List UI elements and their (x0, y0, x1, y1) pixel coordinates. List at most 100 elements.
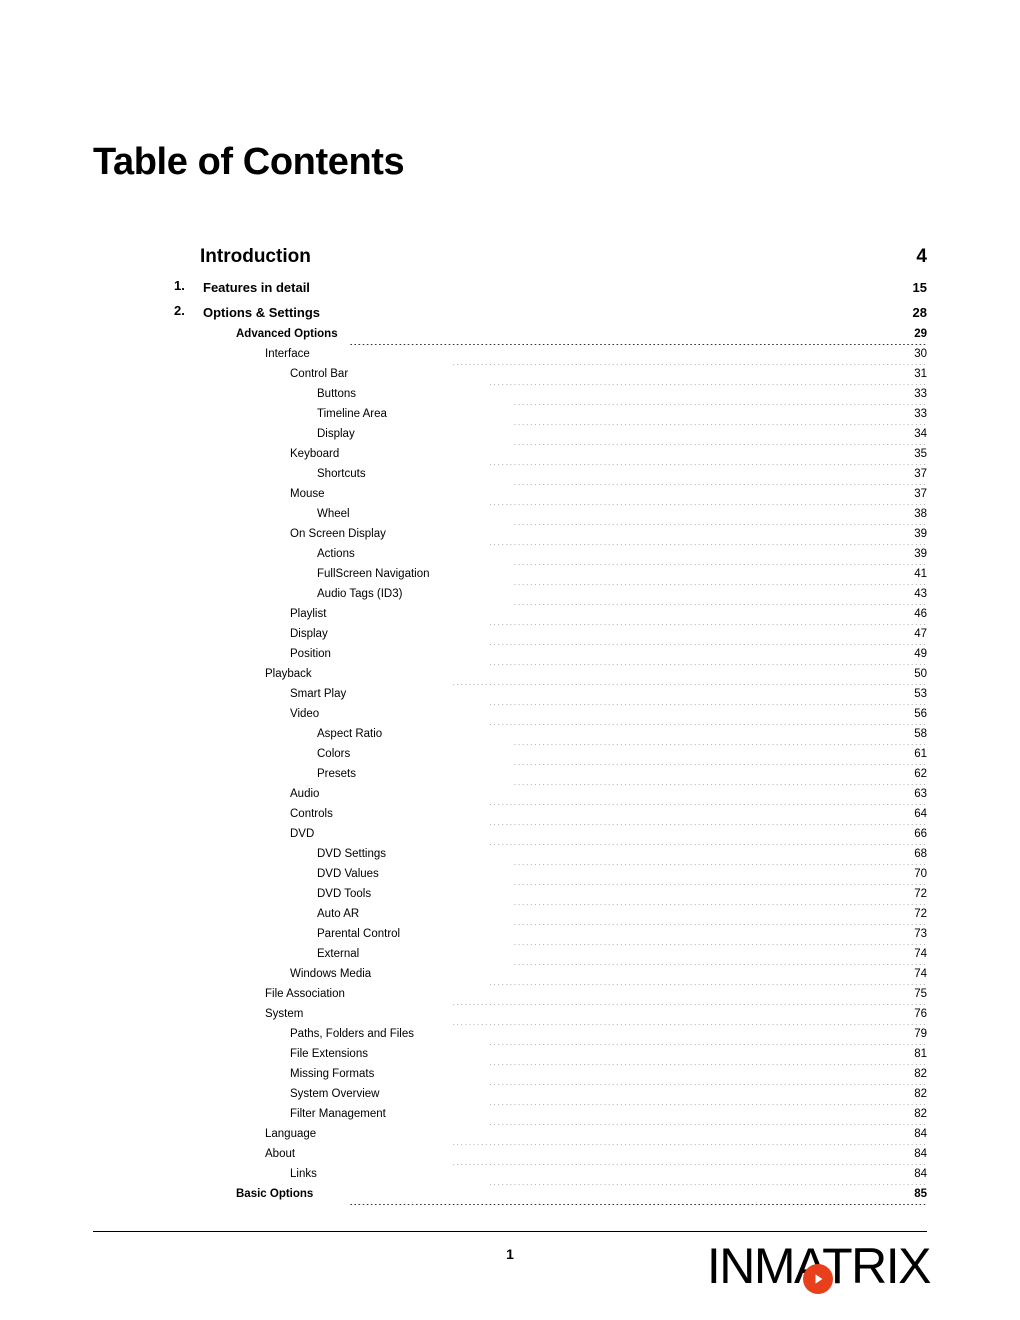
toc-entry[interactable]: Display.................................… (0, 428, 1020, 448)
toc-entry[interactable]: Shortcuts...............................… (0, 468, 1020, 488)
toc-entry[interactable]: Buttons.................................… (0, 388, 1020, 408)
toc-entry-page: 76 (914, 1008, 927, 1020)
toc-dot-leader: ........................................… (512, 764, 927, 765)
toc-entry-label: Aspect Ratio (317, 728, 383, 740)
toc-entry[interactable]: Display.................................… (0, 628, 1020, 648)
toc-entry[interactable]: File Association........................… (0, 988, 1020, 1008)
toc-entry[interactable]: DVD Values..............................… (0, 868, 1020, 888)
toc-dot-leader: ........................................… (512, 784, 927, 785)
toc-entry[interactable]: About...................................… (0, 1148, 1020, 1168)
toc-entry[interactable]: 2. Options & Settings....................… (0, 303, 1020, 328)
toc-dot-leader: ........................................… (452, 1144, 927, 1145)
toc-entry[interactable]: Interface...............................… (0, 348, 1020, 368)
toc-entry-label: Introduction (200, 246, 311, 267)
toc-entry[interactable]: DVD.....................................… (0, 828, 1020, 848)
toc-entry-label: Windows Media (290, 968, 372, 980)
toc-entry-page: 75 (914, 988, 927, 1000)
toc-entry[interactable]: Aspect Ratio............................… (0, 728, 1020, 748)
toc-entry[interactable]: Language................................… (0, 1128, 1020, 1148)
toc-entry-page: 29 (914, 328, 927, 340)
toc-dot-leader: ........................................… (512, 944, 927, 945)
toc-entry[interactable]: Advanced Options........................… (0, 328, 1020, 348)
toc-entry[interactable]: 1. Features in detail....................… (0, 278, 1020, 303)
toc-entry-label: Position (290, 648, 331, 660)
toc-entry-label: External (317, 948, 360, 960)
toc-entry-page: 33 (914, 388, 927, 400)
toc-entry-page: 37 (914, 488, 927, 500)
toc-dot-leader: ........................................… (512, 404, 927, 405)
toc-entry-page: 34 (914, 428, 927, 440)
toc-dot-leader: ........................................… (452, 364, 927, 365)
toc-entry-label: Display (317, 428, 355, 440)
toc-entry-label: Auto AR (317, 908, 360, 920)
toc-dot-leader: ........................................… (490, 1064, 927, 1065)
toc-entry[interactable]: Paths, Folders and Files................… (0, 1028, 1020, 1048)
toc-dot-leader: ........................................… (490, 1184, 927, 1185)
toc-dot-leader: ........................................… (490, 804, 927, 805)
toc-entry[interactable]: Mouse...................................… (0, 488, 1020, 508)
toc-entry-page: 49 (914, 648, 927, 660)
toc-entry[interactable]: DVD Settings............................… (0, 848, 1020, 868)
toc-entry[interactable]: File Extensions.........................… (0, 1048, 1020, 1068)
toc-entry-label: Buttons (317, 388, 356, 400)
toc-entry-number: 2. (174, 303, 185, 318)
toc-entry[interactable]: Playback................................… (0, 668, 1020, 688)
toc-dot-leader: ........................................… (350, 296, 927, 297)
toc-entry-label: Basic Options (236, 1188, 314, 1200)
toc-entry-page: 70 (914, 868, 927, 880)
toc-entry[interactable]: Timeline Area...........................… (0, 408, 1020, 428)
toc-entry[interactable]: Missing Formats.........................… (0, 1068, 1020, 1088)
toc-entry[interactable]: Presets.................................… (0, 768, 1020, 788)
toc-entry[interactable]: Auto AR.................................… (0, 908, 1020, 928)
toc-entry[interactable]: Position................................… (0, 648, 1020, 668)
toc-entry-label: Control Bar (290, 368, 349, 380)
toc-entry-page: 58 (914, 728, 927, 740)
toc-entry[interactable]: Colors..................................… (0, 748, 1020, 768)
toc-entry-label: Playback (265, 668, 312, 680)
toc-entry[interactable]: Actions.................................… (0, 548, 1020, 568)
toc-entry-label: Parental Control (317, 928, 401, 940)
toc-entry[interactable]: Filter Management.......................… (0, 1108, 1020, 1128)
toc-entry-page: 35 (914, 448, 927, 460)
table-of-contents: Introduction 4 1. Features in detail.......… (0, 246, 1020, 1208)
toc-entry-page: 4 (916, 246, 927, 267)
toc-entry[interactable]: Smart Play..............................… (0, 688, 1020, 708)
toc-entry-page: 64 (914, 808, 927, 820)
toc-entry-label: Language (265, 1128, 317, 1140)
toc-entry[interactable]: Parental Control........................… (0, 928, 1020, 948)
toc-entry-page: 30 (914, 348, 927, 360)
toc-entry-label: Missing Formats (290, 1068, 375, 1080)
toc-entry[interactable]: Video...................................… (0, 708, 1020, 728)
toc-entry[interactable]: Windows Media...........................… (0, 968, 1020, 988)
toc-entry[interactable]: External................................… (0, 948, 1020, 968)
toc-dot-leader: ........................................… (490, 844, 927, 845)
toc-dot-leader: ........................................… (512, 964, 927, 965)
toc-dot-leader: ........................................… (452, 1164, 927, 1165)
toc-entry[interactable]: Audio...................................… (0, 788, 1020, 808)
toc-entry-page: 61 (914, 748, 927, 760)
toc-entry[interactable]: Keyboard................................… (0, 448, 1020, 468)
toc-entry-label: System (265, 1008, 304, 1020)
toc-entry-page: 39 (914, 528, 927, 540)
toc-entry-page: 63 (914, 788, 927, 800)
toc-entry[interactable]: Playlist................................… (0, 608, 1020, 628)
toc-entry[interactable]: Audio Tags (ID3)........................… (0, 588, 1020, 608)
toc-entry[interactable]: DVD Tools...............................… (0, 888, 1020, 908)
toc-entry[interactable]: Controls................................… (0, 808, 1020, 828)
toc-entry[interactable]: System..................................… (0, 1008, 1020, 1028)
toc-entry[interactable]: System Overview.........................… (0, 1088, 1020, 1108)
toc-entry[interactable]: Basic Options...........................… (0, 1188, 1020, 1208)
toc-entry-page: 74 (914, 948, 927, 960)
toc-entry[interactable]: FullScreen Navigation...................… (0, 568, 1020, 588)
toc-entry-label: System Overview (290, 1088, 380, 1100)
toc-entry[interactable]: Wheel...................................… (0, 508, 1020, 528)
toc-entry[interactable]: Control Bar.............................… (0, 368, 1020, 388)
toc-entry-label: Actions (317, 548, 355, 560)
toc-entry[interactable]: Links...................................… (0, 1168, 1020, 1188)
toc-entry[interactable]: Introduction 4 (0, 246, 1020, 278)
toc-entry-page: 39 (914, 548, 927, 560)
toc-dot-leader: ........................................… (490, 544, 927, 545)
toc-entry[interactable]: On Screen Display.......................… (0, 528, 1020, 548)
toc-entry-label: Presets (317, 768, 356, 780)
toc-dot-leader: ........................................… (490, 984, 927, 985)
